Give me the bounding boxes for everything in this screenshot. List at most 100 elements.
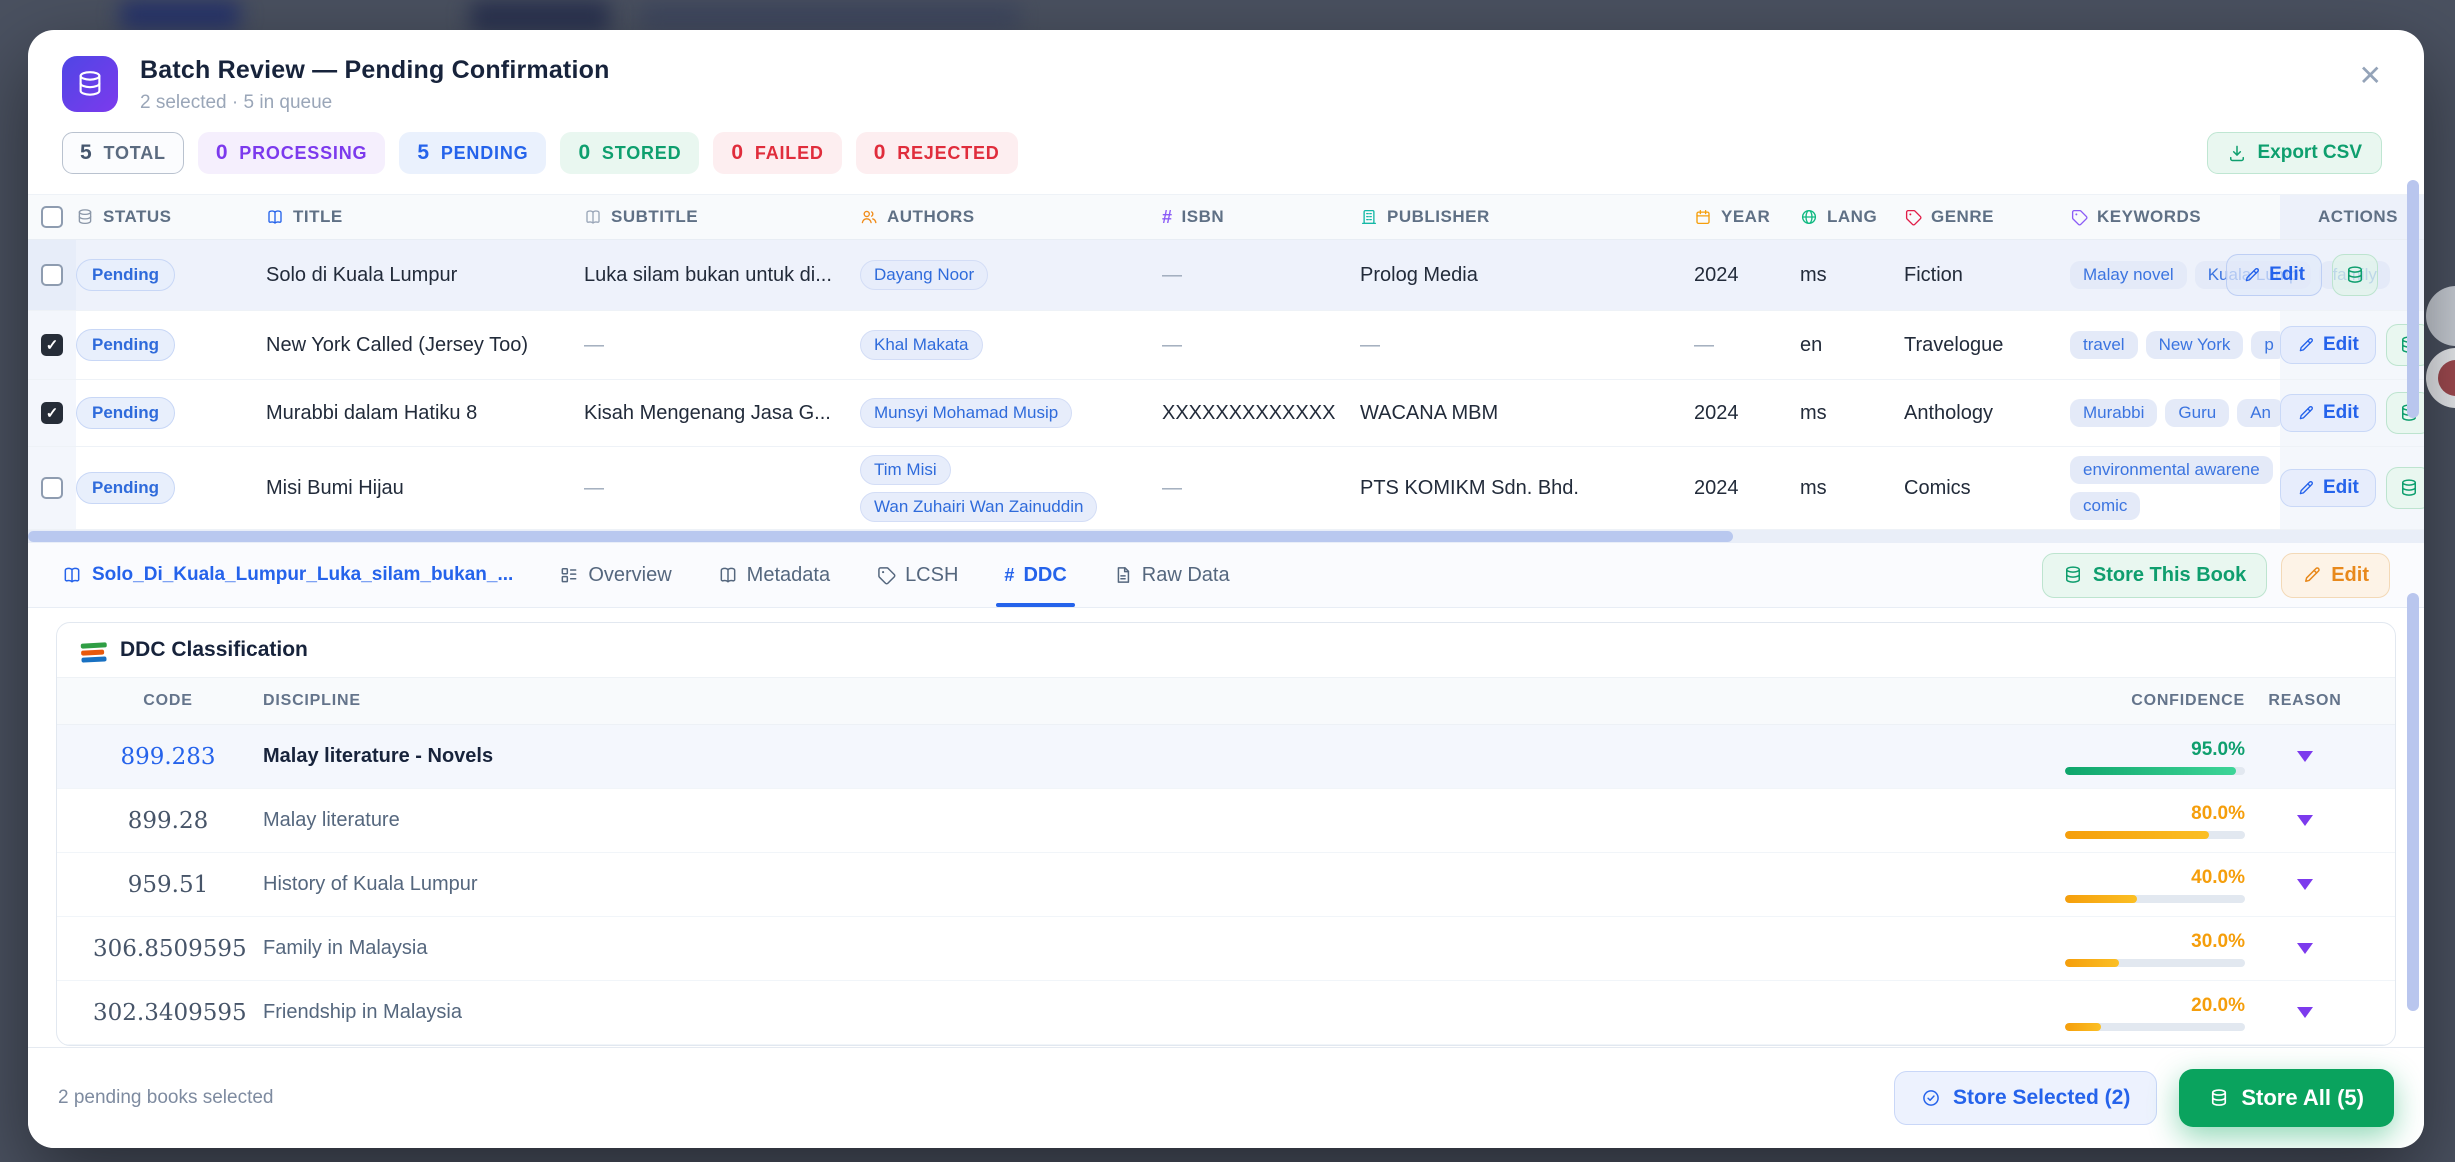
lang-cell: ms — [1800, 263, 1827, 286]
ddc-classification-card: DDC Classification CODE DISCIPLINE CONFI… — [56, 622, 2396, 1046]
edit-book-button[interactable]: Edit — [2281, 552, 2390, 598]
store-this-book-button[interactable]: Store This Book — [2041, 552, 2268, 598]
pencil-icon — [2297, 404, 2315, 422]
vertical-scrollbar-thumb[interactable] — [2407, 593, 2419, 1011]
tab-raw-data[interactable]: Raw Data — [1113, 543, 1230, 607]
stat-pill-stored[interactable]: 0 STORED — [560, 132, 700, 174]
store-selected-button[interactable]: Store Selected (2) — [1893, 1071, 2158, 1125]
database-icon — [2399, 478, 2419, 498]
ddc-code: 899.283 — [120, 743, 216, 770]
keyword-chip: Murabbi — [2070, 399, 2158, 427]
status-badge: Pending — [76, 397, 176, 429]
row-checkbox[interactable] — [41, 264, 63, 286]
ddc-row[interactable]: 899.283 Malay literature - Novels 95.0% — [57, 725, 2395, 789]
hash-icon: # — [1162, 206, 1173, 227]
year-cell: 2024 — [1694, 263, 1739, 286]
confidence-value: 80.0% — [2191, 802, 2245, 824]
select-all-checkbox[interactable] — [41, 206, 63, 228]
database-icon — [2345, 265, 2365, 285]
store-all-button[interactable]: Store All (5) — [2179, 1069, 2394, 1127]
books-table: STATUS TITLE SUBTITLE AUTHORS # ISBN PUBL… — [28, 194, 2424, 543]
store-row-button[interactable] — [2332, 254, 2378, 296]
pencil-icon — [2297, 336, 2315, 354]
ddc-discipline: Family in Malaysia — [263, 937, 428, 959]
edit-row-button[interactable]: Edit — [2280, 394, 2376, 432]
floating-button-partial[interactable] — [2426, 286, 2455, 346]
keywords-cell: travel New York p — [2070, 331, 2280, 359]
confidence-bar — [2065, 958, 2245, 967]
chevron-down-icon[interactable] — [2297, 1007, 2313, 1018]
subtitle-cell: — — [584, 333, 604, 356]
year-cell: 2024 — [1694, 476, 1739, 499]
tab-lcsh[interactable]: LCSH — [876, 543, 958, 607]
ddc-discipline: Friendship in Malaysia — [263, 1001, 462, 1023]
col-genre: GENRE — [1904, 207, 2070, 227]
author-chip: Dayang Noor — [860, 260, 989, 290]
author-chip: Wan Zuhairi Wan Zainuddin — [860, 491, 1098, 522]
subtitle-cell: Luka silam bukan untuk di... — [584, 263, 832, 286]
year-cell: 2024 — [1694, 401, 1739, 424]
status-badge: Pending — [76, 472, 176, 504]
row-checkbox[interactable] — [41, 477, 63, 499]
tab-overview[interactable]: Overview — [559, 543, 672, 607]
chevron-down-icon[interactable] — [2297, 879, 2313, 890]
chevron-down-icon[interactable] — [2297, 943, 2313, 954]
confidence-value: 20.0% — [2191, 994, 2245, 1016]
edit-row-button[interactable]: Edit — [2280, 326, 2376, 364]
tab-metadata[interactable]: Metadata — [718, 543, 830, 607]
export-csv-button[interactable]: Export CSV — [2207, 132, 2382, 174]
globe-icon — [1800, 208, 1818, 226]
chevron-down-icon[interactable] — [2297, 751, 2313, 762]
record-icon — [2438, 360, 2455, 396]
backdrop-blur-shape — [120, 0, 240, 30]
calendar-icon — [1694, 208, 1712, 226]
row-checkbox[interactable] — [41, 402, 63, 424]
store-row-button[interactable] — [2385, 467, 2424, 509]
table-row[interactable]: Pending Murabbi dalam Hatiku 8 Kisah Men… — [28, 380, 2424, 447]
selected-book-filename[interactable]: Solo_Di_Kuala_Lumpur_Luka_silam_bukan_..… — [62, 564, 513, 586]
vertical-scrollbar-thumb[interactable] — [2407, 180, 2419, 418]
modal-subtitle: 2 selected · 5 in queue — [140, 92, 333, 113]
stat-pill-total[interactable]: 5 TOTAL — [62, 132, 184, 174]
chevron-down-icon[interactable] — [2297, 815, 2313, 826]
stat-pill-failed[interactable]: 0 FAILED — [713, 132, 842, 174]
table-header-row: STATUS TITLE SUBTITLE AUTHORS # ISBN PUBL… — [28, 194, 2424, 240]
pencil-icon — [2302, 565, 2322, 585]
genre-cell: Comics — [1904, 476, 1971, 499]
table-row[interactable]: Pending Misi Bumi Hijau — Tim Misi Wan Z… — [28, 447, 2424, 530]
book-icon — [584, 208, 602, 226]
keywords-cell: Murabbi Guru An — [2070, 399, 2280, 427]
author-chip: Khal Makata — [860, 330, 983, 360]
check-circle-icon — [1921, 1088, 1941, 1108]
ddc-discipline: Malay literature - Novels — [263, 745, 494, 767]
keyword-chip: Malay novel — [2070, 261, 2187, 289]
document-icon — [1113, 565, 1133, 585]
close-icon[interactable]: ✕ — [2359, 62, 2382, 90]
table-row[interactable]: Pending New York Called (Jersey Too) — K… — [28, 311, 2424, 380]
table-row[interactable]: Pending Solo di Kuala Lumpur Luka silam … — [28, 240, 2424, 311]
keyword-chip: p — [2251, 331, 2280, 359]
confidence-bar — [2065, 1022, 2245, 1031]
ddc-row[interactable]: 306.8509595 Family in Malaysia 30.0% — [57, 917, 2395, 981]
stat-pill-pending[interactable]: 5 PENDING — [399, 132, 547, 174]
keyword-chip: New York — [2145, 331, 2244, 359]
horizontal-scrollbar-thumb[interactable] — [28, 531, 1733, 542]
tab-ddc[interactable]: # DDC — [996, 543, 1076, 607]
keyword-chip: travel — [2070, 331, 2138, 359]
stat-pill-processing[interactable]: 0 PROCESSING — [197, 132, 386, 174]
row-checkbox[interactable] — [41, 334, 63, 356]
col-actions: ACTIONS — [2280, 195, 2424, 239]
ddc-row[interactable]: 302.3409595 Friendship in Malaysia 20.0% — [57, 981, 2395, 1045]
ddc-row[interactable]: 959.51 History of Kuala Lumpur 40.0% — [57, 853, 2395, 917]
ddc-row[interactable]: 899.28 Malay literature 80.0% — [57, 789, 2395, 853]
floating-button-partial[interactable] — [2426, 348, 2455, 408]
title-cell: Solo di Kuala Lumpur — [266, 263, 458, 286]
edit-row-button[interactable]: Edit — [2226, 254, 2322, 296]
author-chip: Tim Misi — [860, 454, 951, 485]
genre-cell: Travelogue — [1904, 333, 2004, 356]
book-icon — [266, 208, 284, 226]
stat-pill-rejected[interactable]: 0 REJECTED — [855, 132, 1018, 174]
tag-icon — [2070, 208, 2088, 226]
edit-row-button[interactable]: Edit — [2280, 469, 2376, 507]
ddc-header-row: CODE DISCIPLINE CONFIDENCE REASON — [57, 678, 2395, 725]
